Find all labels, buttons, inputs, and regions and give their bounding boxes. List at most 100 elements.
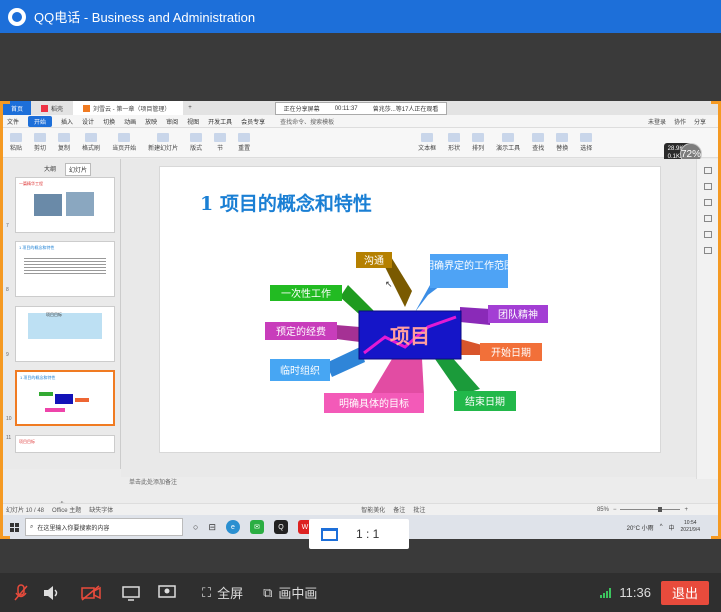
- smart-beautify[interactable]: 智能美化: [361, 505, 385, 514]
- font-missing[interactable]: 缺失字体: [89, 505, 113, 514]
- thumb-number: 8: [6, 287, 9, 293]
- select-button[interactable]: 选择: [577, 133, 595, 152]
- quit-button[interactable]: 退出: [661, 580, 709, 605]
- presentation-tools-button[interactable]: 演示工具: [493, 133, 523, 152]
- slide-thumbnail[interactable]: 项目目标: [15, 435, 115, 453]
- member-button[interactable]: [152, 584, 182, 601]
- menu-start[interactable]: 开始: [28, 115, 53, 127]
- arrow-start-date[interactable]: 开始日期: [460, 339, 542, 361]
- reset-button[interactable]: 重置: [235, 133, 253, 152]
- replace-button[interactable]: 替换: [553, 133, 571, 152]
- clock-date: 2021/9/4: [680, 527, 700, 533]
- arrow-budget[interactable]: 预定的经费: [265, 322, 360, 342]
- sidebar-tool-icon[interactable]: [703, 183, 712, 190]
- notes-toggle[interactable]: 备注: [393, 505, 405, 514]
- menu-file[interactable]: 文件: [7, 117, 19, 126]
- find-icon: [532, 133, 545, 142]
- section-button[interactable]: 节: [211, 133, 229, 152]
- menu-bar: 文件 开始 插入 设计 切换 动画 放映 审阅 视图 开发工具 会员专享 查找命…: [3, 115, 718, 128]
- shape-icon: [448, 133, 461, 142]
- menu-design[interactable]: 设计: [82, 117, 94, 126]
- menu-developer[interactable]: 开发工具: [208, 117, 232, 126]
- arrow-label: 结束日期: [465, 395, 505, 408]
- input-method[interactable]: 中: [669, 523, 675, 532]
- cut-button[interactable]: 剪切: [31, 133, 49, 152]
- menu-insert[interactable]: 插入: [61, 117, 73, 126]
- menu-transition[interactable]: 切换: [103, 117, 115, 126]
- qq-icon[interactable]: Q: [273, 520, 288, 534]
- thumb-number: 7: [6, 223, 9, 229]
- weather-label[interactable]: 20°C 小雨: [627, 523, 654, 532]
- sidebar-tool-icon[interactable]: [703, 247, 712, 254]
- wechat-icon[interactable]: ✉: [249, 520, 264, 534]
- arrow-team-spirit[interactable]: 团队精神: [460, 305, 548, 325]
- sidebar-tool-icon[interactable]: [703, 199, 712, 206]
- zoom-out-icon[interactable]: −: [613, 507, 617, 513]
- arrow-label: 团队精神: [498, 308, 538, 321]
- camera-off-button[interactable]: [76, 584, 106, 601]
- center-project-box[interactable]: 项目: [358, 310, 462, 360]
- zoom-knob[interactable]: [658, 507, 663, 512]
- fullscreen-button[interactable]: ⛶ 全屏: [202, 583, 243, 602]
- login-status[interactable]: 未登录: [648, 117, 666, 126]
- mic-muted-button[interactable]: [6, 583, 36, 602]
- slide-thumbnail[interactable]: 项目目标: [15, 306, 115, 362]
- copy-button[interactable]: 复制: [55, 133, 73, 152]
- share-button[interactable]: 分享: [694, 117, 706, 126]
- sidebar-tool-icon[interactable]: [703, 167, 712, 174]
- menu-slideshow[interactable]: 放映: [145, 117, 157, 126]
- slide[interactable]: 1 项目的概念和特性 沟通 明确界定的工作范围 一次性工作 团队精神 预定的经费…: [159, 166, 661, 453]
- menu-animation[interactable]: 动画: [124, 117, 136, 126]
- tab-slides[interactable]: 幻灯片: [65, 163, 92, 176]
- zoom-in-icon[interactable]: +: [684, 507, 688, 513]
- tab-outline[interactable]: 大纲: [41, 163, 59, 176]
- screen-share-button[interactable]: [116, 585, 146, 601]
- fullscreen-label: 全屏: [217, 586, 244, 601]
- arrow-end-date[interactable]: 结束日期: [435, 355, 516, 411]
- aspect-ratio-button[interactable]: 1 : 1: [309, 519, 409, 549]
- slide-thumbnail[interactable]: 一篇精华工程: [15, 177, 115, 233]
- find-button[interactable]: 查找: [529, 133, 547, 152]
- arrow-communication[interactable]: 沟通: [356, 252, 412, 307]
- menu-member[interactable]: 会员专享: [241, 117, 265, 126]
- task-view-icon[interactable]: ⊟: [208, 522, 216, 533]
- pane-tabs: 大纲 幻灯片: [3, 159, 120, 176]
- textbox-button[interactable]: 文本框: [415, 133, 439, 152]
- arrow-scope[interactable]: 明确界定的工作范围: [415, 254, 514, 312]
- notes-area[interactable]: 单击此处添加备注: [121, 477, 696, 489]
- copy-icon: [58, 133, 71, 142]
- cortana-icon[interactable]: ○: [193, 522, 198, 532]
- thumb-text-lines: [24, 256, 106, 274]
- command-search[interactable]: 查找命令、搜索模板: [280, 117, 334, 126]
- collaborate-button[interactable]: 协作: [674, 117, 686, 126]
- layout-button[interactable]: 版式: [187, 133, 205, 152]
- new-tab-button[interactable]: +: [183, 101, 197, 115]
- play-current-button[interactable]: 当页开始: [109, 133, 139, 152]
- tray-arrow-icon[interactable]: ^: [660, 524, 663, 530]
- zoom-slider[interactable]: [620, 507, 681, 512]
- speaker-button[interactable]: [36, 585, 66, 601]
- tab-document-label: 刘雪云 - 第一章（项目管理）: [93, 106, 171, 113]
- ribbon-toolbar: 粘贴 剪切 复制 格式刷 当页开始 新建幻灯片 版式 节 重置 文本框 形状 排…: [3, 128, 718, 158]
- screen-share-icon: [122, 585, 140, 601]
- sidebar-tool-icon[interactable]: [703, 215, 712, 222]
- menu-view[interactable]: 视图: [187, 117, 199, 126]
- paste-button[interactable]: 粘贴: [7, 133, 25, 152]
- mic-muted-icon: [14, 583, 28, 600]
- new-slide-button[interactable]: 新建幻灯片: [145, 133, 181, 152]
- slide-thumbnail-selected[interactable]: 1 项目的概念和特性: [15, 370, 115, 426]
- sidebar-tool-icon[interactable]: [703, 231, 712, 238]
- slide-thumbnail[interactable]: 1 项目的概念和特性: [15, 241, 115, 297]
- taskbar-search[interactable]: ⌕ 在这里输入你要搜索的内容: [25, 518, 183, 536]
- clock[interactable]: 10:54 2021/9/4: [681, 520, 700, 534]
- arrow-temporary-org[interactable]: 临时组织: [270, 347, 365, 381]
- shape-button[interactable]: 形状: [445, 133, 463, 152]
- pip-button[interactable]: ⧉ 画中画: [263, 583, 317, 602]
- tab-document[interactable]: 刘雪云 - 第一章（项目管理）: [73, 101, 184, 115]
- arrange-button[interactable]: 排列: [469, 133, 487, 152]
- edge-icon[interactable]: e: [225, 520, 240, 534]
- menu-review[interactable]: 审阅: [166, 117, 178, 126]
- comments-toggle[interactable]: 批注: [413, 505, 425, 514]
- tab-daoke[interactable]: 稻壳: [31, 101, 73, 115]
- format-painter-button[interactable]: 格式刷: [79, 133, 103, 152]
